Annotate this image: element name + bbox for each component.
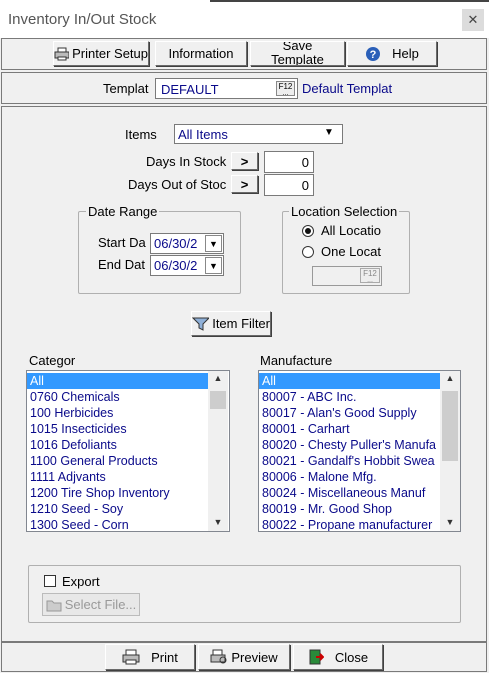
- manufacture-scroll-thumb[interactable]: [442, 391, 458, 461]
- all-locations-label: All Locatio: [321, 223, 381, 238]
- chevron-down-icon: ▼: [324, 127, 334, 138]
- printer-icon: [54, 47, 70, 60]
- days-in-stock-value: 0: [301, 155, 309, 170]
- export-label: Export: [62, 574, 100, 589]
- one-location-label: One Locat: [321, 244, 381, 259]
- list-item[interactable]: 80020 - Chesty Puller's Manufa: [259, 437, 442, 453]
- exit-door-icon: [309, 649, 324, 665]
- items-label: Items: [125, 127, 157, 142]
- list-item[interactable]: 80021 - Gandalf's Hobbit Swea: [259, 453, 442, 469]
- end-date-dropdown-icon[interactable]: ▼: [205, 257, 222, 274]
- print-button[interactable]: Print: [105, 644, 195, 670]
- item-filter-label: Item Filter: [212, 316, 270, 331]
- title-bar-edge: [210, 0, 489, 2]
- template-value: DEFAULT: [161, 82, 219, 97]
- printer-setup-button[interactable]: Printer Setup: [53, 41, 149, 66]
- save-template-label: Save Template: [271, 41, 324, 66]
- manufacture-scrollbar[interactable]: ▲ ▼: [440, 371, 460, 531]
- list-item[interactable]: 1016 Defoliants: [27, 437, 210, 453]
- funnel-icon: [192, 317, 210, 331]
- list-item[interactable]: 80017 - Alan's Good Supply: [259, 405, 442, 421]
- export-checkbox[interactable]: [44, 575, 56, 587]
- days-in-stock-operator: >: [240, 153, 249, 169]
- printer-icon: [122, 649, 140, 665]
- list-item[interactable]: All: [259, 373, 442, 389]
- days-in-stock-input[interactable]: 0: [264, 151, 314, 173]
- svg-text:?: ?: [370, 49, 377, 61]
- list-item[interactable]: 80006 - Malone Mfg.: [259, 469, 442, 485]
- date-range-title: Date Range: [86, 204, 160, 219]
- ellipsis-icon: ...: [282, 90, 289, 97]
- list-item[interactable]: 80022 - Propane manufacturer: [259, 517, 442, 531]
- days-in-stock-label: Days In Stock: [146, 154, 227, 169]
- location-selection-title: Location Selection: [289, 204, 400, 219]
- days-out-of-stock-input[interactable]: 0: [264, 174, 314, 196]
- select-file-label: Select File...: [64, 597, 137, 612]
- category-scrollbar[interactable]: ▲ ▼: [208, 371, 228, 531]
- preview-label: Preview: [231, 649, 278, 665]
- list-item[interactable]: 1111 Adjvants: [27, 469, 210, 485]
- select-file-button[interactable]: Select File...: [42, 593, 140, 616]
- category-label: Categor: [29, 353, 76, 368]
- close-window-button[interactable]: ✕: [462, 9, 484, 31]
- days-out-of-stock-operator-button[interactable]: >: [231, 175, 258, 193]
- window-title: Inventory In/Out Stock: [8, 11, 157, 28]
- list-item[interactable]: 0760 Chemicals: [27, 389, 210, 405]
- close-button[interactable]: Close: [293, 644, 383, 670]
- scroll-down-icon[interactable]: ▼: [440, 515, 460, 531]
- list-item[interactable]: 80019 - Mr. Good Shop: [259, 501, 442, 517]
- items-value: All Items: [178, 127, 228, 142]
- manufacture-list[interactable]: All 80007 - ABC Inc. 80017 - Alan's Good S…: [258, 370, 461, 532]
- item-filter-button[interactable]: Item Filter: [191, 311, 271, 336]
- information-button[interactable]: Information: [155, 41, 247, 66]
- print-label: Print: [151, 649, 178, 665]
- list-item[interactable]: 1015 Insecticides: [27, 421, 210, 437]
- end-date-label: End Dat: [98, 257, 145, 272]
- list-item[interactable]: 1200 Tire Shop Inventory: [27, 485, 210, 501]
- list-item[interactable]: 80024 - Miscellaneous Manuf: [259, 485, 442, 501]
- information-label: Information: [168, 46, 234, 61]
- manufacture-label: Manufacture: [260, 353, 333, 368]
- scroll-down-icon[interactable]: ▼: [208, 515, 228, 531]
- days-out-of-stock-label: Days Out of Stoc: [128, 177, 227, 192]
- print-preview-icon: [210, 649, 227, 664]
- save-template-button[interactable]: Save Template: [250, 41, 345, 66]
- scroll-up-icon[interactable]: ▲: [440, 371, 460, 387]
- list-item[interactable]: 1300 Seed - Corn: [27, 517, 210, 531]
- list-item[interactable]: 100 Herbicides: [27, 405, 210, 421]
- start-date-dropdown-icon[interactable]: ▼: [205, 235, 222, 252]
- close-label: Close: [334, 649, 369, 665]
- template-label: Templat: [103, 81, 149, 96]
- category-scroll-thumb[interactable]: [210, 391, 226, 409]
- help-icon: ?: [366, 46, 381, 61]
- template-description: Default Templat: [302, 81, 393, 96]
- start-date-value: 06/30/2: [154, 236, 198, 251]
- days-out-of-stock-operator: >: [240, 176, 249, 192]
- help-label: Help: [392, 46, 419, 61]
- one-location-radio[interactable]: [302, 246, 314, 258]
- end-date-value: 06/30/2: [154, 258, 198, 273]
- start-date-label: Start Da: [98, 235, 146, 250]
- preview-button[interactable]: Preview: [198, 644, 290, 670]
- days-in-stock-operator-button[interactable]: >: [231, 152, 258, 170]
- category-list[interactable]: All 0760 Chemicals 100 Herbicides 1015 Inse…: [26, 370, 230, 532]
- printer-setup-label: Printer Setup: [72, 46, 148, 61]
- location-f12-button: F12...: [360, 268, 380, 284]
- scroll-up-icon[interactable]: ▲: [208, 371, 228, 387]
- help-button[interactable]: ? Help: [347, 41, 437, 66]
- list-item[interactable]: 80007 - ABC Inc.: [259, 389, 442, 405]
- list-item[interactable]: 1100 General Products: [27, 453, 210, 469]
- folder-icon: [46, 600, 62, 611]
- list-item[interactable]: 1210 Seed - Soy: [27, 501, 210, 517]
- all-locations-radio[interactable]: [302, 225, 314, 237]
- ellipsis-icon: ...: [367, 277, 373, 284]
- template-f12-button[interactable]: F12...: [276, 81, 295, 97]
- list-item[interactable]: All: [27, 373, 210, 389]
- list-item[interactable]: 80001 - Carhart: [259, 421, 442, 437]
- days-out-of-stock-value: 0: [301, 178, 309, 193]
